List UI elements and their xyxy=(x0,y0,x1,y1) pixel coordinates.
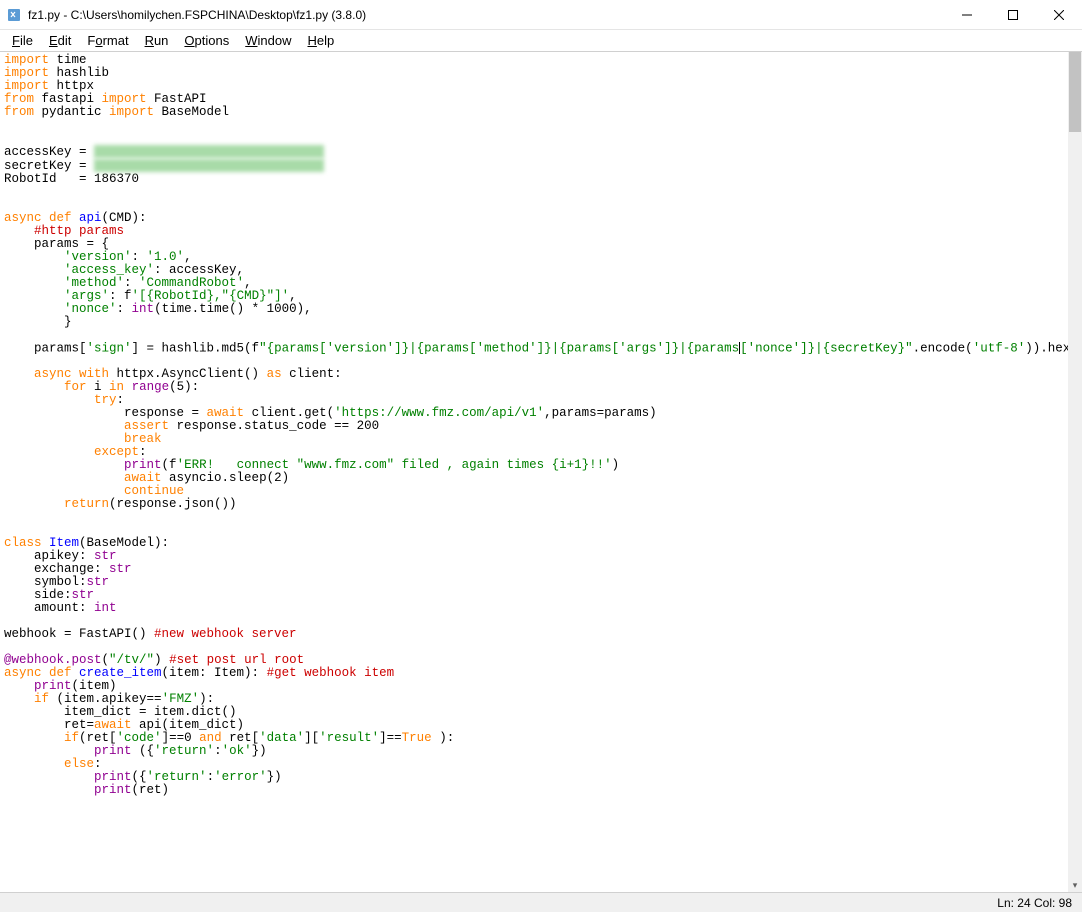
app-icon xyxy=(6,7,22,23)
editor-area: import time import hashlib import httpx … xyxy=(0,52,1082,892)
menu-run[interactable]: Run xyxy=(137,31,177,50)
censored-secret-key xyxy=(94,159,324,172)
minimize-button[interactable] xyxy=(944,0,990,29)
scroll-down-arrow[interactable]: ▾ xyxy=(1068,878,1082,892)
maximize-button[interactable] xyxy=(990,0,1036,29)
menu-window[interactable]: Window xyxy=(237,31,299,50)
scroll-thumb[interactable] xyxy=(1069,52,1081,132)
window-title: fz1.py - C:\Users\homilychen.FSPCHINA\De… xyxy=(28,8,944,22)
statusbar: Ln: 24 Col: 98 xyxy=(0,892,1082,912)
code-editor[interactable]: import time import hashlib import httpx … xyxy=(0,52,1068,892)
menu-format[interactable]: Format xyxy=(79,31,136,50)
menu-edit[interactable]: Edit xyxy=(41,31,79,50)
titlebar: fz1.py - C:\Users\homilychen.FSPCHINA\De… xyxy=(0,0,1082,30)
menu-options[interactable]: Options xyxy=(176,31,237,50)
menubar: File Edit Format Run Options Window Help xyxy=(0,30,1082,52)
close-button[interactable] xyxy=(1036,0,1082,29)
window-controls xyxy=(944,0,1082,29)
menu-help[interactable]: Help xyxy=(300,31,343,50)
censored-access-key xyxy=(94,145,324,158)
vertical-scrollbar[interactable]: ▴ ▾ xyxy=(1068,52,1082,892)
cursor-position: Ln: 24 Col: 98 xyxy=(997,896,1072,910)
menu-file[interactable]: File xyxy=(4,31,41,50)
